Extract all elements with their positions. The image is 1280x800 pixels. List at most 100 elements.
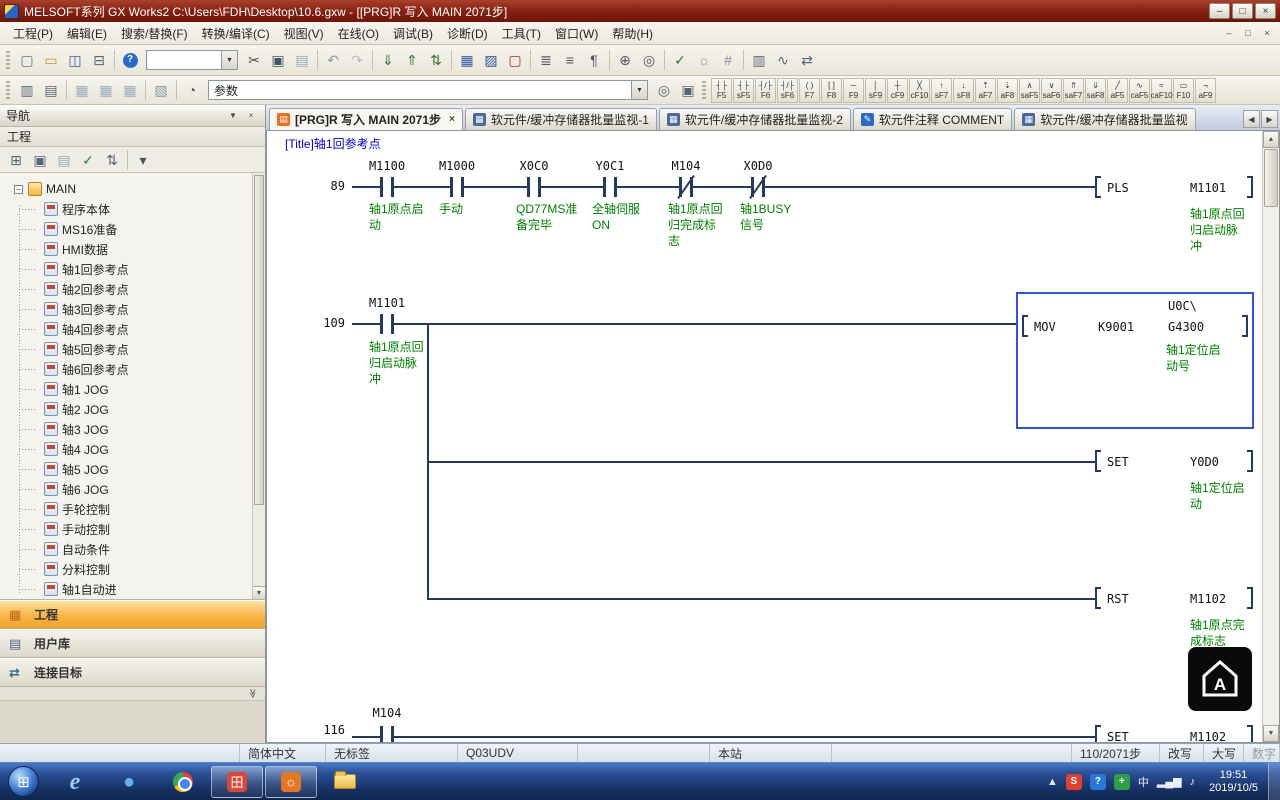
ladder-symbol-saF5-button[interactable]: ∧saF5: [1019, 78, 1040, 103]
mdi-close-button[interactable]: ×: [1258, 26, 1276, 41]
nav-collapse-strip[interactable]: ≫: [0, 687, 265, 701]
build-icon[interactable]: ☼: [692, 49, 716, 72]
device-memory-icon[interactable]: ▥: [747, 49, 771, 72]
device-display-1-icon[interactable]: ▦: [70, 79, 94, 102]
instruction-SET[interactable]: SET: [1107, 455, 1129, 469]
paste-icon[interactable]: ▤: [290, 49, 314, 72]
menu-item-10[interactable]: 窗口(W): [548, 22, 605, 45]
ladder-symbol-sF5-button[interactable]: ┤├sF5: [733, 78, 754, 103]
tree-item-轴4回参考点[interactable]: 轴4回参考点: [0, 319, 252, 339]
selected-instruction-box[interactable]: MOV K9001 U0C\ G4300 轴1定位启 动号: [1016, 292, 1254, 429]
tree-scrollbar-thumb[interactable]: [254, 175, 264, 505]
ladder-symbol-saF8-button[interactable]: ⇓saF8: [1085, 78, 1106, 103]
menu-item-9[interactable]: 工具(T): [495, 22, 548, 45]
cross-reference-icon[interactable]: #: [716, 49, 740, 72]
device-label-Y0D0[interactable]: Y0D0: [1190, 455, 1219, 469]
gx-developer-icon[interactable]: 田: [211, 766, 263, 798]
security-tray-icon[interactable]: +: [1114, 774, 1130, 790]
ladder-symbol-caF5-button[interactable]: ∿caF5: [1129, 78, 1150, 103]
contact-nc-X0D0[interactable]: [751, 177, 765, 197]
cut-icon[interactable]: ✂: [242, 49, 266, 72]
contact-X0C0[interactable]: [527, 177, 541, 197]
operand-K9001[interactable]: K9001: [1098, 320, 1134, 334]
ladder-symbol-cF9-button[interactable]: ┼cF9: [887, 78, 908, 103]
open-project-icon[interactable]: ▭: [39, 49, 63, 72]
device-find-icon[interactable]: ◎: [652, 79, 676, 102]
ladder-symbol-F7-button[interactable]: ( )F7: [799, 78, 820, 103]
tree-item-轴3回参考点[interactable]: 轴3回参考点: [0, 299, 252, 319]
help-tray-icon[interactable]: ?: [1090, 774, 1106, 790]
monitor-write-mode-icon[interactable]: ▨: [479, 49, 503, 72]
contact-nc-M104[interactable]: [679, 177, 693, 197]
ladder-symbol-saF7-button[interactable]: ⇑saF7: [1063, 78, 1084, 103]
toolbar1-combo[interactable]: ▼: [146, 50, 238, 70]
device-display-2-icon[interactable]: ▦: [94, 79, 118, 102]
nav-param-icon[interactable]: ⊞: [4, 148, 28, 171]
menu-item-6[interactable]: 在线(O): [331, 22, 386, 45]
monitor-stop-icon[interactable]: ▢: [503, 49, 527, 72]
volume-tray-icon[interactable]: ♪: [1190, 776, 1196, 788]
ladder-symbol-F6-button[interactable]: ┤/├F6: [755, 78, 776, 103]
scroll-down-icon[interactable]: ▼: [1263, 725, 1279, 742]
menu-item-3[interactable]: 搜索/替换(F): [114, 22, 195, 45]
ladder-symbol-aF9-button[interactable]: ¬aF9: [1195, 78, 1216, 103]
ladder-symbol-saF6-button[interactable]: ∨saF6: [1041, 78, 1062, 103]
note-icon[interactable]: ¶: [582, 49, 606, 72]
find-icon[interactable]: ◎: [637, 49, 661, 72]
tab-3[interactable]: ▦软元件/缓冲存储器批量监视-2: [659, 108, 851, 130]
browser-icon[interactable]: ●: [103, 766, 155, 798]
ladder-vertical-scrollbar[interactable]: ▲ ▼: [1262, 131, 1279, 742]
ladder-symbol-cF10-button[interactable]: ╳cF10: [909, 78, 930, 103]
contact-Y0C1[interactable]: [603, 177, 617, 197]
device-display-3-icon[interactable]: ▦: [118, 79, 142, 102]
tree-item-轴5回参考点[interactable]: 轴5回参考点: [0, 339, 252, 359]
sampling-trace-icon[interactable]: ∿: [771, 49, 795, 72]
tree-item-轴4 JOG[interactable]: 轴4 JOG: [0, 439, 252, 459]
ladder-symbol-aF7-button[interactable]: ⇡aF7: [975, 78, 996, 103]
tree-item-轴1自动进[interactable]: 轴1自动进: [0, 579, 252, 599]
tree-item-HMI数据[interactable]: HMI数据: [0, 239, 252, 259]
copy-icon[interactable]: ▣: [266, 49, 290, 72]
ladder-symbol-sF8-button[interactable]: ↓sF8: [953, 78, 974, 103]
device-comment-icon[interactable]: ≣: [534, 49, 558, 72]
nav-sort-icon[interactable]: ⇅: [100, 148, 124, 171]
print-icon[interactable]: ⊟: [87, 49, 111, 72]
contact-M1100[interactable]: [380, 177, 394, 197]
ladder-symbol-sF6-button[interactable]: ┤/├sF6: [777, 78, 798, 103]
ladder-editor[interactable]: [Title]轴1回参考点 89 M1100 轴1原点启 动 M1000 手动 …: [266, 130, 1280, 743]
menu-item-11[interactable]: 帮助(H): [605, 22, 660, 45]
read-from-plc-icon[interactable]: ⇑: [400, 49, 424, 72]
device-label-M1102-out[interactable]: M1102: [1190, 730, 1226, 743]
tree-item-轴6回参考点[interactable]: 轴6回参考点: [0, 359, 252, 379]
project-window-icon[interactable]: ▥: [15, 79, 39, 102]
maximize-button[interactable]: □: [1232, 3, 1253, 19]
chevron-down-icon[interactable]: ▼: [631, 81, 647, 99]
monitor-mode-icon[interactable]: ▦: [455, 49, 479, 72]
ladder-symbol-F9-button[interactable]: ─F9: [843, 78, 864, 103]
tree-item-轴2 JOG[interactable]: 轴2 JOG: [0, 399, 252, 419]
file-explorer-icon[interactable]: [319, 766, 371, 798]
contact-M104-2[interactable]: [380, 726, 394, 743]
zoom-icon[interactable]: ⊕: [613, 49, 637, 72]
network-tray-icon[interactable]: ▂▄▆: [1157, 775, 1182, 788]
ladder-symbol-F10-button[interactable]: ▭F10: [1173, 78, 1194, 103]
save-project-icon[interactable]: ◫: [63, 49, 87, 72]
contact-M1000[interactable]: [450, 177, 464, 197]
tree-scrollbar[interactable]: ▼: [252, 173, 265, 599]
tab-scroll-right-icon[interactable]: ▶: [1261, 110, 1278, 128]
intelligent-module-icon[interactable]: ▧: [149, 79, 173, 102]
device-batch-icon[interactable]: ▣: [676, 79, 700, 102]
remote-operation-icon[interactable]: ⇄: [795, 49, 819, 72]
tree-item-手动控制[interactable]: 手动控制: [0, 519, 252, 539]
menu-item-7[interactable]: 调试(B): [386, 22, 440, 45]
tree-item-程序本体[interactable]: 程序本体: [0, 199, 252, 219]
tab-close-icon[interactable]: ×: [449, 114, 455, 125]
chrome-icon[interactable]: [157, 766, 209, 798]
redo-icon[interactable]: ↷: [345, 49, 369, 72]
instruction-SET-2[interactable]: SET: [1107, 730, 1129, 743]
ime-tray-icon[interactable]: 中: [1138, 774, 1149, 790]
show-desktop-button[interactable]: [1268, 763, 1280, 800]
instruction-MOV[interactable]: MOV: [1034, 320, 1056, 334]
tree-item-手轮控制[interactable]: 手轮控制: [0, 499, 252, 519]
gx-works2-icon[interactable]: ☼: [265, 766, 317, 798]
